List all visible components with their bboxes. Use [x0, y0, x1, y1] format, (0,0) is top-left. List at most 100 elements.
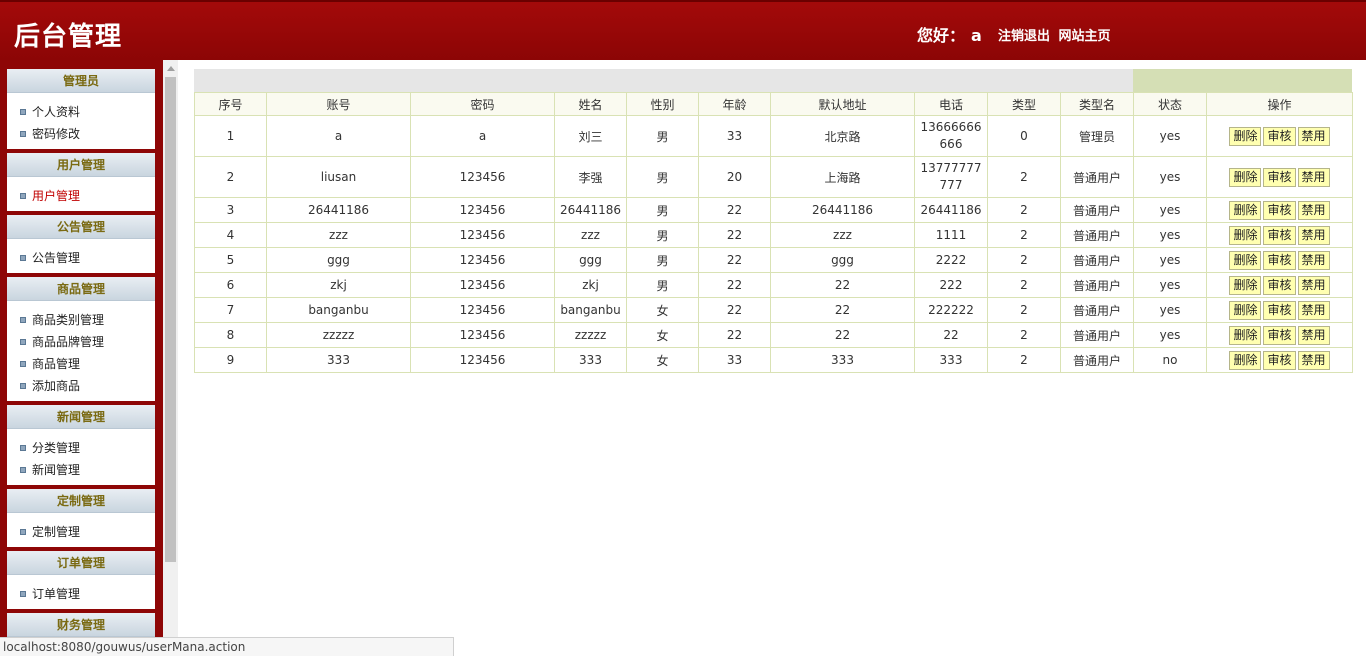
delete-button[interactable]: 删除	[1229, 126, 1262, 146]
user-table: 序号 账号 密码 姓名 性别 年龄 默认地址 电话 类型 类型名 状态 操作 1…	[194, 92, 1353, 373]
approve-button[interactable]: 审核	[1263, 250, 1296, 270]
sidebar-group-title[interactable]: 定制管理	[7, 489, 155, 513]
sidebar-item-product-brand[interactable]: 商品品牌管理	[19, 331, 155, 353]
sidebar-item-news-management[interactable]: 新闻管理	[19, 459, 155, 481]
phone-value: 13666666666	[920, 120, 982, 151]
phone-value: 222	[939, 277, 963, 292]
disable-button[interactable]: 禁用	[1297, 325, 1330, 345]
scroll-up-icon[interactable]	[167, 66, 175, 71]
approve-button[interactable]: 审核	[1263, 300, 1296, 320]
delete-button[interactable]: 删除	[1229, 325, 1262, 345]
delete-button[interactable]: 删除	[1229, 200, 1262, 220]
column-header: 姓名	[554, 92, 627, 116]
table-cell: 123456	[410, 197, 555, 223]
sidebar-item-product-management[interactable]: 商品管理	[19, 353, 155, 375]
approve-button[interactable]: 审核	[1263, 167, 1296, 187]
sidebar-group-news: 新闻管理 分类管理 新闻管理	[7, 405, 155, 485]
column-header: 类型	[987, 92, 1061, 116]
disable-button[interactable]: 禁用	[1297, 300, 1330, 320]
disable-button[interactable]: 禁用	[1297, 275, 1330, 295]
disable-button[interactable]: 禁用	[1297, 167, 1330, 187]
approve-button[interactable]: 审核	[1263, 275, 1296, 295]
logout-link[interactable]: 注销退出	[998, 29, 1050, 44]
table-cell: 33	[698, 347, 771, 373]
bullet-icon	[20, 339, 26, 345]
actions-cell: 删除 审核 禁用	[1206, 247, 1353, 273]
table-cell: 13777777777	[914, 156, 988, 198]
table-cell: banganbu	[554, 297, 627, 323]
table-cell: yes	[1133, 247, 1207, 273]
sidebar-item-notice-management[interactable]: 公告管理	[19, 247, 155, 269]
disable-button[interactable]: 禁用	[1297, 225, 1330, 245]
sidebar-scrollbar[interactable]	[163, 60, 178, 656]
site-home-link[interactable]: 网站主页	[1059, 29, 1111, 44]
table-cell: 123456	[410, 247, 555, 273]
sidebar-item-order-management[interactable]: 订单管理	[19, 583, 155, 605]
phone-value: 333	[939, 352, 963, 367]
table-cell: 22	[698, 247, 771, 273]
sidebar-item-add-product[interactable]: 添加商品	[19, 375, 155, 397]
scrollbar-thumb[interactable]	[165, 77, 176, 562]
approve-button[interactable]: 审核	[1263, 225, 1296, 245]
disable-button[interactable]: 禁用	[1297, 126, 1330, 146]
table-cell: 22	[770, 322, 915, 348]
sidebar-group-title[interactable]: 商品管理	[7, 277, 155, 301]
sidebar-item-profile[interactable]: 个人资料	[19, 101, 155, 123]
table-cell: 普通用户	[1060, 322, 1134, 348]
sidebar-item-label: 订单管理	[32, 587, 81, 601]
table-cell: 1	[194, 115, 267, 157]
table-cell: 李强	[554, 156, 627, 198]
delete-button[interactable]: 删除	[1229, 275, 1262, 295]
phone-value: 22	[943, 327, 959, 342]
delete-button[interactable]: 删除	[1229, 225, 1262, 245]
sidebar-item-custom-management[interactable]: 定制管理	[19, 521, 155, 543]
actions-cell: 删除 审核 禁用	[1206, 115, 1353, 157]
sidebar-item-product-category[interactable]: 商品类别管理	[19, 309, 155, 331]
column-header: 账号	[266, 92, 411, 116]
table-cell: 女	[626, 322, 699, 348]
sidebar-item-label: 定制管理	[32, 525, 81, 539]
delete-button[interactable]: 删除	[1229, 250, 1262, 270]
sidebar-item-label: 商品类别管理	[32, 313, 105, 327]
table-cell: 女	[626, 347, 699, 373]
approve-button[interactable]: 审核	[1263, 325, 1296, 345]
approve-button[interactable]: 审核	[1263, 126, 1296, 146]
table-cell: no	[1133, 347, 1207, 373]
table-cell: 22	[914, 322, 988, 348]
table-cell: 北京路	[770, 115, 915, 157]
table-cell: 26441186	[914, 197, 988, 223]
sidebar-item-label: 商品管理	[32, 357, 81, 371]
column-header: 电话	[914, 92, 988, 116]
disable-button[interactable]: 禁用	[1297, 200, 1330, 220]
sidebar-group-title[interactable]: 财务管理	[7, 613, 155, 637]
table-cell: 123456	[410, 272, 555, 298]
sidebar-group-title[interactable]: 用户管理	[7, 153, 155, 177]
table-cell: 22	[698, 197, 771, 223]
table-cell: 123456	[410, 347, 555, 373]
disable-button[interactable]: 禁用	[1297, 250, 1330, 270]
table-cell: 上海路	[770, 156, 915, 198]
column-header: 操作	[1206, 92, 1353, 116]
table-cell: 1111	[914, 222, 988, 248]
sidebar-item-category-management[interactable]: 分类管理	[19, 437, 155, 459]
bullet-icon	[20, 361, 26, 367]
table-cell: zzz	[554, 222, 627, 248]
delete-button[interactable]: 删除	[1229, 350, 1262, 370]
disable-button[interactable]: 禁用	[1297, 350, 1330, 370]
approve-button[interactable]: 审核	[1263, 200, 1296, 220]
sidebar-item-user-management[interactable]: 用户管理	[19, 185, 155, 207]
sidebar-group-title[interactable]: 公告管理	[7, 215, 155, 239]
sidebar-group-title[interactable]: 新闻管理	[7, 405, 155, 429]
actions-cell: 删除 审核 禁用	[1206, 347, 1353, 373]
sidebar-item-change-password[interactable]: 密码修改	[19, 123, 155, 145]
delete-button[interactable]: 删除	[1229, 300, 1262, 320]
table-row: 1 a a 刘三男 33 北京路 13666666666 0 管理员 yes 删除 审核 禁用	[194, 115, 1353, 157]
sidebar-group-notices: 公告管理 公告管理	[7, 215, 155, 273]
approve-button[interactable]: 审核	[1263, 350, 1296, 370]
delete-button[interactable]: 删除	[1229, 167, 1262, 187]
sidebar-item-label: 密码修改	[32, 127, 81, 141]
phone-value: 13777777777	[920, 161, 982, 192]
sidebar-group-title[interactable]: 订单管理	[7, 551, 155, 575]
table-cell: 123456	[410, 222, 555, 248]
sidebar-group-title[interactable]: 管理员	[7, 69, 155, 93]
